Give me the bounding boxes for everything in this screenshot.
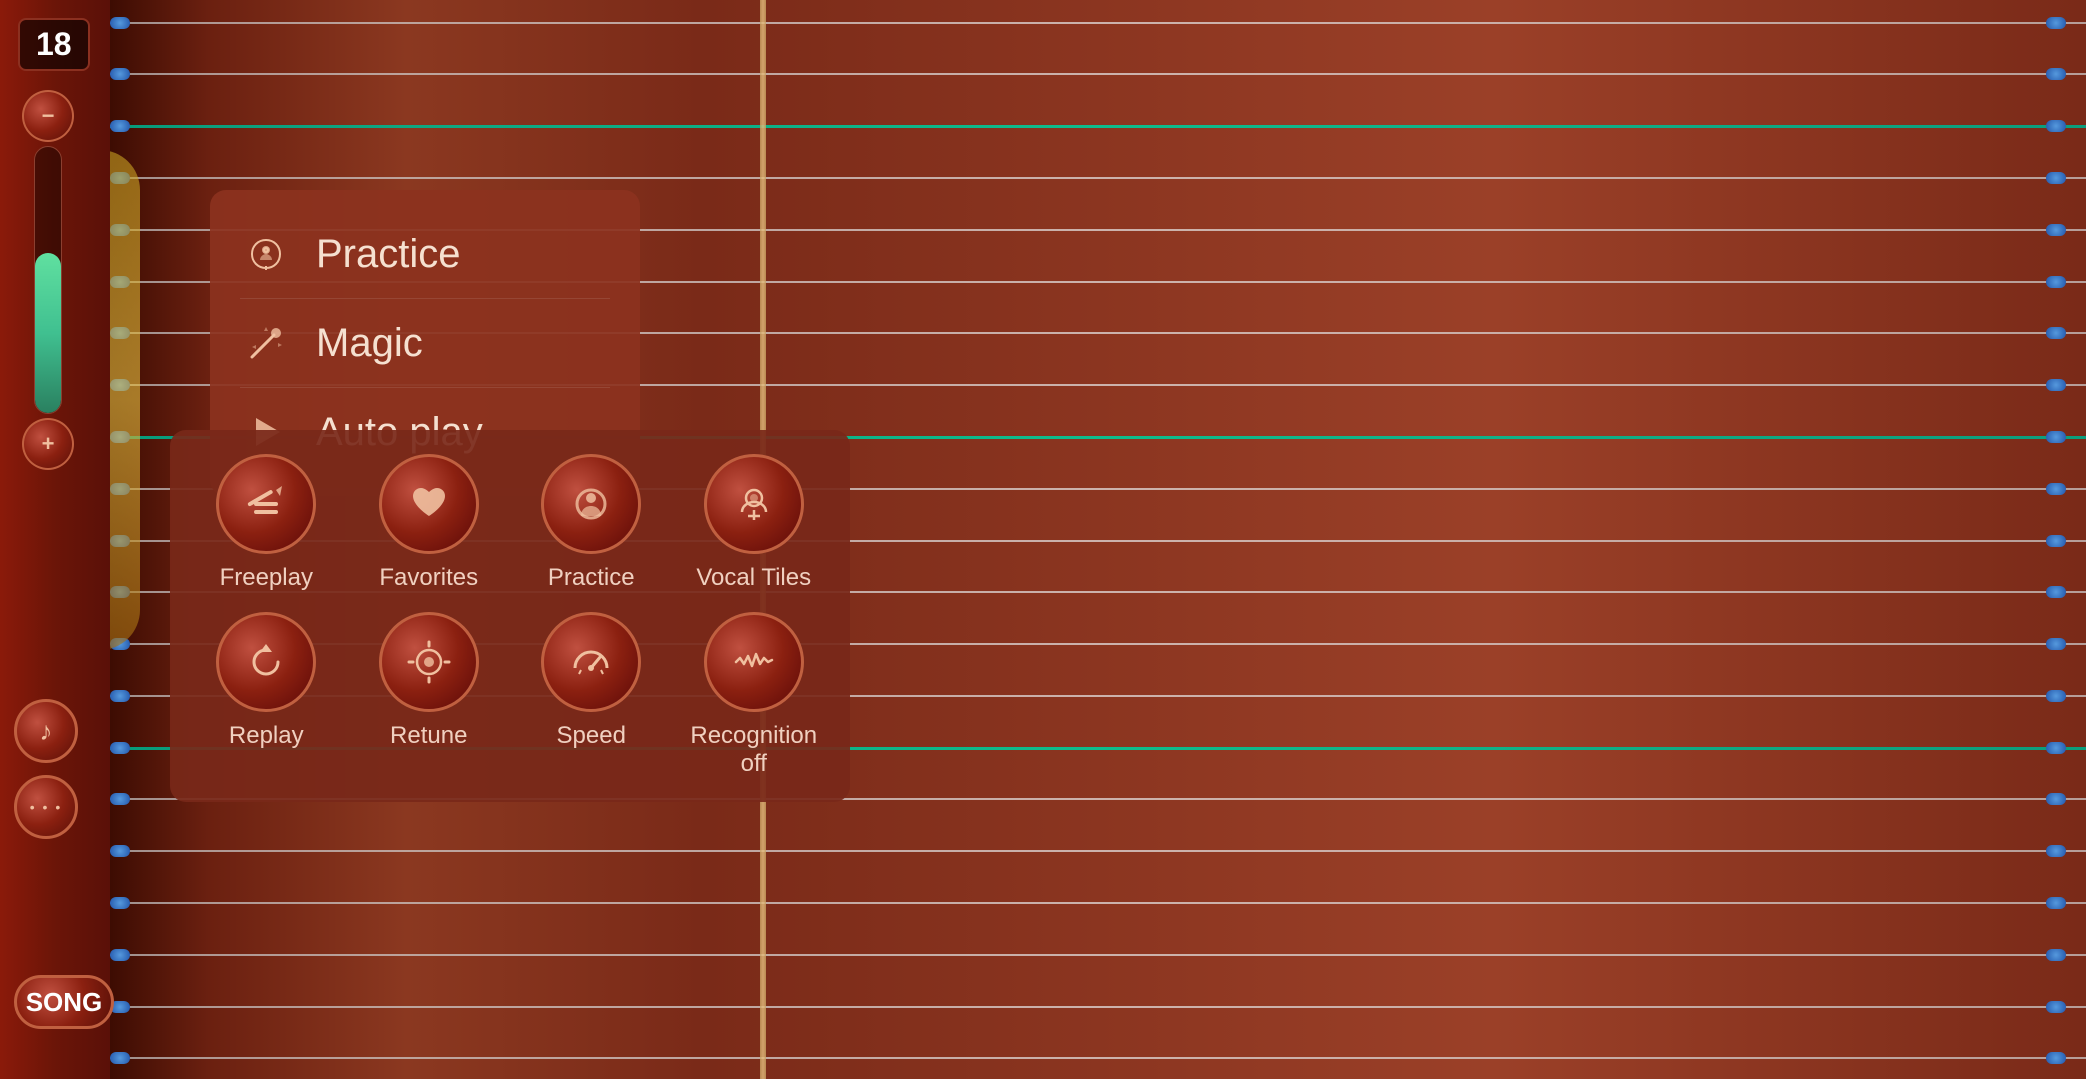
peg-right-13 <box>2046 690 2066 702</box>
practice-label: Practice <box>316 232 461 277</box>
peg-right-10 <box>2046 535 2066 547</box>
recognition-off-icon-circle <box>704 612 804 712</box>
peg-left-17 <box>110 897 130 909</box>
string-20 <box>110 1057 2086 1059</box>
sub-item-speed[interactable]: Speed <box>515 612 668 778</box>
string-18 <box>110 954 2086 956</box>
vocal-tiles-label: Vocal Tiles <box>696 564 811 592</box>
magic-label: Magic <box>316 321 423 366</box>
practice2-label: Practice <box>548 564 635 592</box>
song-button[interactable]: SONG <box>14 975 114 1029</box>
peg-right-5 <box>2046 276 2066 288</box>
practice-icon <box>240 228 292 280</box>
sub-item-practice[interactable]: Practice <box>515 454 668 592</box>
string-19 <box>110 1006 2086 1008</box>
music-icon: ♪ <box>40 716 53 747</box>
string-17 <box>110 902 2086 904</box>
music-button[interactable]: ♪ <box>14 699 78 763</box>
peg-right-1 <box>2046 68 2066 80</box>
string-2 <box>110 125 2086 128</box>
peg-left-1 <box>110 68 130 80</box>
recognition-off-label: Recognition off <box>678 722 831 778</box>
practice2-icon-circle <box>541 454 641 554</box>
menu-item-practice[interactable]: Practice <box>240 210 610 299</box>
freeplay-label: Freeplay <box>220 564 313 592</box>
peg-right-9 <box>2046 483 2066 495</box>
peg-right-6 <box>2046 327 2066 339</box>
peg-right-8 <box>2046 431 2066 443</box>
volume-up-button[interactable]: + <box>22 418 74 470</box>
volume-fill <box>35 253 61 413</box>
volume-track[interactable] <box>34 146 62 415</box>
retune-icon-circle <box>379 612 479 712</box>
peg-right-12 <box>2046 638 2066 650</box>
peg-left-15 <box>110 793 130 805</box>
peg-left-20 <box>110 1052 130 1064</box>
favorites-label: Favorites <box>379 564 478 592</box>
speed-icon-circle <box>541 612 641 712</box>
peg-right-14 <box>2046 742 2066 754</box>
peg-right-17 <box>2046 897 2066 909</box>
peg-right-19 <box>2046 1001 2066 1013</box>
string-3 <box>110 177 2086 179</box>
string-0 <box>110 22 2086 24</box>
retune-label: Retune <box>390 722 467 750</box>
sub-item-replay[interactable]: Replay <box>190 612 343 778</box>
sub-menu-grid: Freeplay Favorites Practice <box>190 454 830 778</box>
volume-down-button[interactable]: − <box>22 90 74 142</box>
peg-left-16 <box>110 845 130 857</box>
peg-left-18 <box>110 949 130 961</box>
speed-label: Speed <box>557 722 626 750</box>
peg-left-0 <box>110 17 130 29</box>
replay-icon-circle <box>216 612 316 712</box>
vocal-tiles-icon-circle <box>704 454 804 554</box>
sub-item-recognition-off[interactable]: Recognition off <box>678 612 831 778</box>
peg-right-20 <box>2046 1052 2066 1064</box>
favorites-icon-circle <box>379 454 479 554</box>
peg-right-16 <box>2046 845 2066 857</box>
peg-left-13 <box>110 690 130 702</box>
sub-item-freeplay[interactable]: Freeplay <box>190 454 343 592</box>
peg-right-3 <box>2046 172 2066 184</box>
peg-left-14 <box>110 742 130 754</box>
number-badge: 18 <box>18 18 90 71</box>
bottom-buttons: ♪ • • • <box>14 699 78 839</box>
peg-right-15 <box>2046 793 2066 805</box>
peg-right-4 <box>2046 224 2066 236</box>
more-button[interactable]: • • • <box>14 775 78 839</box>
replay-label: Replay <box>229 722 304 750</box>
freeplay-icon-circle <box>216 454 316 554</box>
peg-right-11 <box>2046 586 2066 598</box>
sub-menu-panel: Freeplay Favorites Practice <box>170 430 850 802</box>
sub-item-favorites[interactable]: Favorites <box>353 454 506 592</box>
peg-right-2 <box>2046 120 2066 132</box>
string-16 <box>110 850 2086 852</box>
peg-left-2 <box>110 120 130 132</box>
peg-right-7 <box>2046 379 2066 391</box>
volume-control: − + <box>20 90 76 470</box>
peg-right-0 <box>2046 17 2066 29</box>
magic-icon <box>240 317 292 369</box>
string-1 <box>110 73 2086 75</box>
sub-item-retune[interactable]: Retune <box>353 612 506 778</box>
sub-item-vocal-tiles[interactable]: Vocal Tiles <box>678 454 831 592</box>
menu-item-magic[interactable]: Magic <box>240 299 610 388</box>
more-icon: • • • <box>30 799 62 815</box>
peg-right-18 <box>2046 949 2066 961</box>
